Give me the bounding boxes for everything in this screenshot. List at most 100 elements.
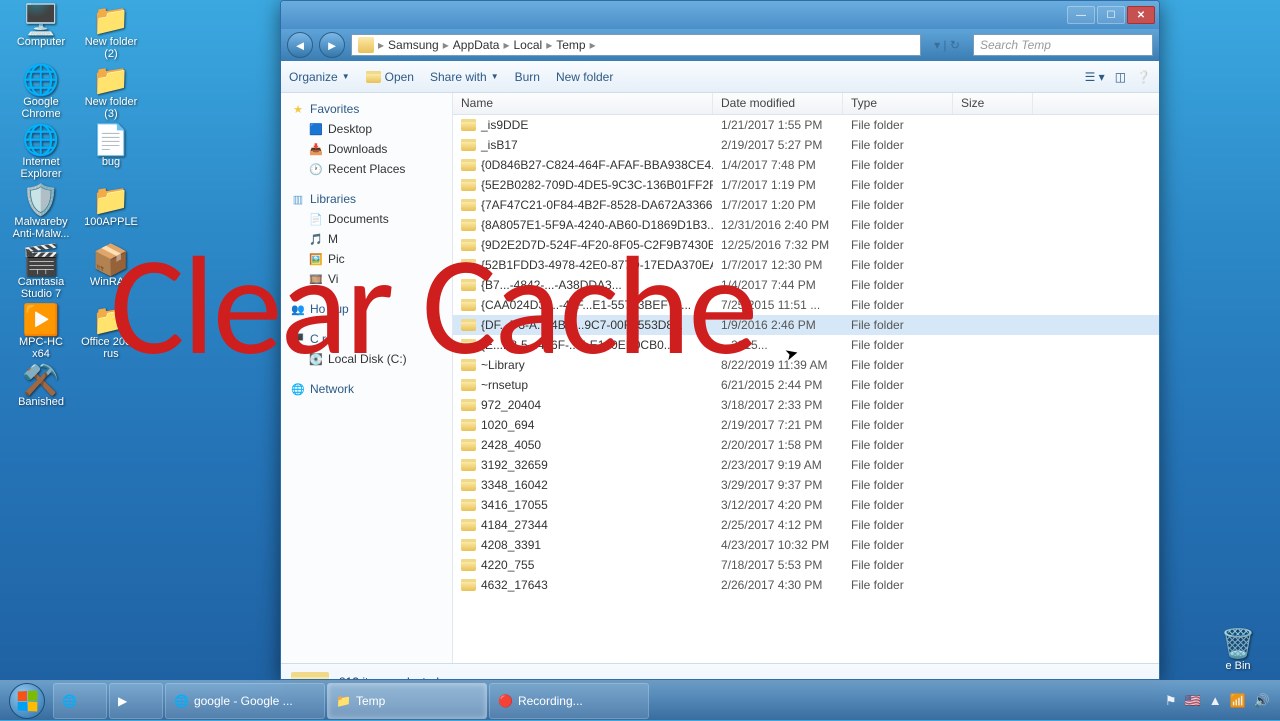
task-chrome[interactable]: 🌐 google - Google ...	[165, 683, 325, 719]
sidebar-item-music[interactable]: 🎵M	[285, 229, 448, 249]
file-list: Name Date modified Type Size _is9DDE1/21…	[453, 93, 1159, 663]
folder-icon	[461, 379, 476, 391]
sidebar-network[interactable]: 🌐Network	[285, 379, 448, 399]
minimize-button[interactable]: —	[1067, 6, 1095, 24]
col-type[interactable]: Type	[843, 93, 953, 114]
sidebar-item-downloads[interactable]: 📥Downloads	[285, 139, 448, 159]
table-row[interactable]: {7AF47C21-0F84-4B2F-8528-DA672A3366...1/…	[453, 195, 1159, 215]
burn-button[interactable]: Burn	[515, 70, 540, 84]
desktop-icon[interactable]: 🛡️Malwareby Anti-Malw...	[8, 184, 74, 242]
new-folder-button[interactable]: New folder	[556, 70, 613, 84]
preview-pane-icon[interactable]: ◫	[1115, 70, 1126, 84]
table-row[interactable]: {DF...D3-A...-4BC...9C7-00F4553D8...1/9/…	[453, 315, 1159, 335]
table-row[interactable]: {9D2E2D7D-524F-4F20-8F05-C2F9B7430B...12…	[453, 235, 1159, 255]
table-row[interactable]: 4184_273442/25/2017 4:12 PMFile folder	[453, 515, 1159, 535]
table-row[interactable]: 3348_160423/29/2017 9:37 PMFile folder	[453, 475, 1159, 495]
desktop-icon[interactable]: 📁New folder (2)	[78, 4, 144, 62]
sidebar-libraries[interactable]: ▥Libraries	[285, 189, 448, 209]
desktop-icon[interactable]: 📁New folder (3)	[78, 64, 144, 122]
network-icon[interactable]: 📶	[1230, 693, 1246, 709]
folder-icon	[461, 239, 476, 251]
table-row[interactable]: ~Library8/22/2019 11:39 AMFile folder	[453, 355, 1159, 375]
table-row[interactable]: {0D846B27-C824-464F-AFAF-BBA938CE4...1/4…	[453, 155, 1159, 175]
search-input[interactable]: Search Temp	[973, 34, 1153, 56]
details-pane: 813 items selected Show more details...	[281, 663, 1159, 680]
close-button[interactable]: ✕	[1127, 6, 1155, 24]
task-explorer[interactable]: 📁 Temp	[327, 683, 487, 719]
file-rows[interactable]: _is9DDE1/21/2017 1:55 PMFile folder_isB1…	[453, 115, 1159, 663]
task-recording[interactable]: 🔴 Recording...	[489, 683, 649, 719]
desktop-icon[interactable]: 📦WinRAR	[78, 244, 144, 302]
sidebar-item-documents[interactable]: 📄Documents	[285, 209, 448, 229]
sidebar-computer[interactable]: 🖥️C r	[285, 329, 448, 349]
lang-icon[interactable]: 🇺🇸	[1185, 693, 1201, 709]
pinned-ie[interactable]: 🌐	[53, 683, 107, 719]
pinned-wmp[interactable]: ▶	[109, 683, 163, 719]
table-row[interactable]: {B7...-4842-...-A38DDA3...1/4/2017 7:44 …	[453, 275, 1159, 295]
desktop-icon[interactable]: 🌐Internet Explorer	[8, 124, 74, 182]
desktop-icon[interactable]: 🌐Google Chrome	[8, 64, 74, 122]
view-menu-icon[interactable]: ☰ ▾	[1085, 70, 1105, 84]
folder-icon	[461, 179, 476, 191]
table-row[interactable]: 2428_40502/20/2017 1:58 PMFile folder	[453, 435, 1159, 455]
start-button[interactable]	[2, 681, 52, 721]
folder-icon	[461, 399, 476, 411]
col-size[interactable]: Size	[953, 93, 1033, 114]
system-tray[interactable]: ⚑ 🇺🇸 ▲ 📶 🔊	[1157, 693, 1278, 709]
refresh-button[interactable]: ▾ | ↻	[927, 38, 967, 52]
volume-icon[interactable]: 🔊	[1254, 693, 1270, 709]
desktop-icon[interactable]: 📁Office 2007-rus	[78, 304, 144, 362]
desktop-icons-col2: 📁New folder (2)📁New folder (3)📄bug📁100AP…	[78, 4, 144, 362]
col-name[interactable]: Name	[453, 93, 713, 114]
desktop-icon[interactable]: 📄bug	[78, 124, 144, 182]
breadcrumb[interactable]: ▸Samsung ▸AppData ▸Local ▸Temp ▸	[351, 34, 921, 56]
col-date[interactable]: Date modified	[713, 93, 843, 114]
table-row[interactable]: _isB172/19/2017 5:27 PMFile folder	[453, 135, 1159, 155]
folder-icon	[461, 539, 476, 551]
maximize-button[interactable]: ☐	[1097, 6, 1125, 24]
table-row[interactable]: {CAA024D3-...-46F...E1-55703BEF76...7/25…	[453, 295, 1159, 315]
desktop-icon[interactable]: ⚒️Banished	[8, 364, 74, 422]
forward-button[interactable]: ►	[319, 32, 345, 58]
folder-icon	[461, 139, 476, 151]
table-row[interactable]: 4208_33914/23/2017 10:32 PMFile folder	[453, 535, 1159, 555]
sidebar-item-pictures[interactable]: 🖼️Pic	[285, 249, 448, 269]
open-button[interactable]: Open	[366, 70, 414, 84]
table-row[interactable]: 972_204043/18/2017 2:33 PMFile folder	[453, 395, 1159, 415]
table-row[interactable]: 4220_7557/18/2017 5:53 PMFile folder	[453, 555, 1159, 575]
organize-menu[interactable]: Organize ▼	[289, 70, 350, 84]
table-row[interactable]: 3416_170553/12/2017 4:20 PMFile folder	[453, 495, 1159, 515]
table-row[interactable]: _is9DDE1/21/2017 1:55 PMFile folder	[453, 115, 1159, 135]
sidebar-item-videos[interactable]: 🎞️Vi	[285, 269, 448, 289]
desktop-icon[interactable]: 🎬Camtasia Studio 7	[8, 244, 74, 302]
column-headers[interactable]: Name Date modified Type Size	[453, 93, 1159, 115]
desktop-icon[interactable]: ▶️MPC-HC x64	[8, 304, 74, 362]
flag-icon[interactable]: ⚑	[1165, 693, 1177, 709]
table-row[interactable]: {8A8057E1-5F9A-4240-AB60-D1869D1B3...12/…	[453, 215, 1159, 235]
folder-icon	[461, 299, 476, 311]
sidebar-item-localdisk[interactable]: 💽Local Disk (C:)	[285, 349, 448, 369]
sidebar-item-recent[interactable]: 🕐Recent Places	[285, 159, 448, 179]
share-menu[interactable]: Share with ▼	[430, 70, 499, 84]
folder-icon	[461, 499, 476, 511]
table-row[interactable]: 4632_176432/26/2017 4:30 PMFile folder	[453, 575, 1159, 595]
help-icon[interactable]: ❔	[1136, 70, 1151, 84]
sidebar-homegroup[interactable]: 👥Ho oup	[285, 299, 448, 319]
desktop-icon[interactable]: 📁100APPLE	[78, 184, 144, 242]
back-button[interactable]: ◄	[287, 32, 313, 58]
recycle-bin[interactable]: 🗑️e Bin	[1208, 627, 1268, 672]
titlebar[interactable]: — ☐ ✕	[281, 1, 1159, 29]
table-row[interactable]: ~rnsetup6/21/2015 2:44 PMFile folder	[453, 375, 1159, 395]
sidebar-item-desktop[interactable]: 🟦Desktop	[285, 119, 448, 139]
taskbar: 🌐 ▶ 🌐 google - Google ... 📁 Temp 🔴 Recor…	[0, 680, 1280, 720]
table-row[interactable]: 3192_326592/23/2017 9:19 AMFile folder	[453, 455, 1159, 475]
folder-icon	[461, 159, 476, 171]
table-row[interactable]: {5E2B0282-709D-4DE5-9C3C-136B01FF2F...1/…	[453, 175, 1159, 195]
sidebar-favorites[interactable]: ★Favorites	[285, 99, 448, 119]
table-row[interactable]: {52B1FDD3-4978-42E0-877D-17EDA370EA...1/…	[453, 255, 1159, 275]
table-row[interactable]: {E...F8-5...446F-...5-E160EE0CB0......20…	[453, 335, 1159, 355]
folder-icon	[461, 119, 476, 131]
desktop-icon[interactable]: 🖥️Computer	[8, 4, 74, 62]
tray-icon[interactable]: ▲	[1209, 693, 1222, 708]
table-row[interactable]: 1020_6942/19/2017 7:21 PMFile folder	[453, 415, 1159, 435]
